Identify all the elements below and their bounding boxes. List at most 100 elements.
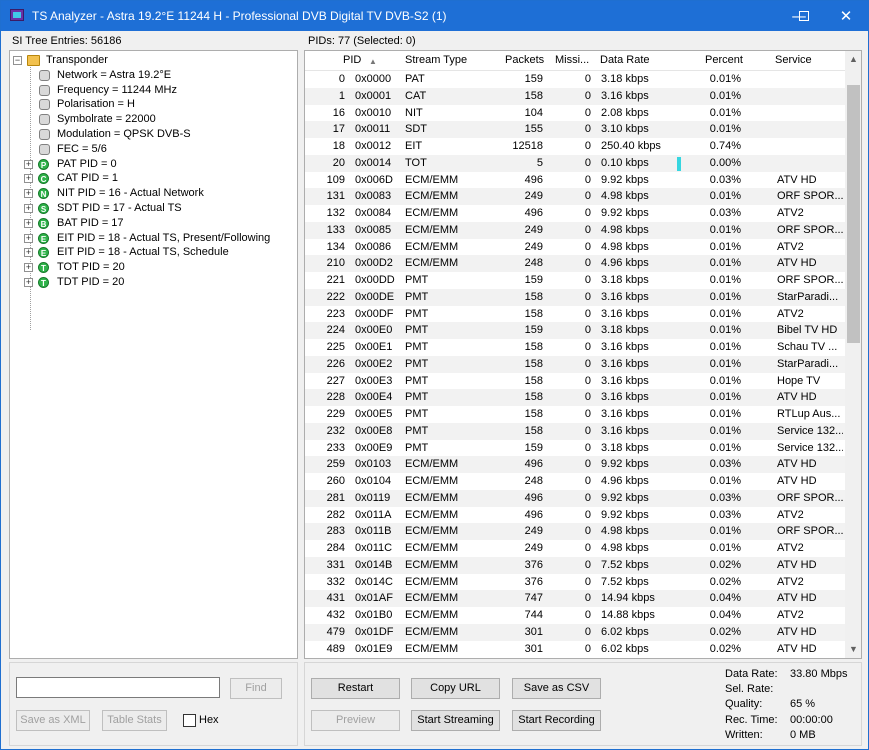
close-button[interactable]: ✕ bbox=[823, 1, 869, 31]
collapse-icon[interactable]: − bbox=[13, 56, 22, 65]
pid-hex: 0x0086 bbox=[355, 240, 392, 253]
expand-icon[interactable]: + bbox=[24, 278, 33, 287]
stream-type: ECM/EMM bbox=[405, 475, 459, 487]
stream-type: ECM/EMM bbox=[405, 625, 459, 638]
table-row[interactable]: 18 0x0012 EIT 12518 0 250.40 kbps 0.74% bbox=[305, 138, 845, 155]
pid-dec: 20 bbox=[332, 156, 345, 169]
col-stream-type[interactable]: Stream Type bbox=[405, 54, 467, 66]
col-pid[interactable]: PID bbox=[343, 54, 361, 66]
expand-icon[interactable]: + bbox=[24, 218, 33, 228]
pid-hex: 0x011A bbox=[355, 508, 392, 521]
table-row[interactable]: 281 0x0119 ECM/EMM 496 0 9.92 kbps 0.03%… bbox=[305, 489, 845, 507]
data-rate: 4.98 kbps bbox=[601, 240, 649, 253]
expand-icon[interactable]: + bbox=[24, 233, 33, 243]
table-row[interactable]: 1 0x0001 CAT 158 0 3.16 kbps 0.01% bbox=[305, 87, 845, 105]
table-row[interactable]: 227 0x00E3 PMT 158 0 3.16 kbps 0.01% Hop… bbox=[305, 373, 845, 390]
packets: 376 bbox=[524, 558, 543, 571]
maximize-button[interactable] bbox=[781, 1, 827, 31]
table-row[interactable]: 283 0x011B ECM/EMM 249 0 4.98 kbps 0.01%… bbox=[305, 523, 845, 540]
table-row[interactable]: 432 0x01B0 ECM/EMM 744 0 14.88 kbps 0.04… bbox=[305, 607, 845, 624]
title-bar[interactable]: TS Analyzer - Astra 19.2°E 11244 H - Pro… bbox=[1, 1, 868, 31]
table-row[interactable]: 226 0x00E2 PMT 158 0 3.16 kbps 0.01% Sta… bbox=[305, 355, 845, 373]
data-rate: 3.16 kbps bbox=[601, 357, 649, 370]
stream-type: ECM/EMM bbox=[405, 173, 459, 186]
percent: 0.01% bbox=[709, 441, 741, 454]
scroll-up-icon[interactable]: ▲ bbox=[845, 51, 861, 68]
node-icon: B bbox=[38, 217, 49, 229]
col-data-rate[interactable]: Data Rate bbox=[600, 54, 650, 66]
find-input[interactable] bbox=[16, 677, 220, 698]
percent: 0.02% bbox=[709, 575, 741, 588]
packets: 158 bbox=[524, 424, 543, 437]
col-missing[interactable]: Missi... bbox=[555, 54, 589, 66]
expand-icon[interactable]: + bbox=[24, 263, 33, 273]
tree-label: TOT PID = 20 bbox=[57, 261, 125, 274]
table-row[interactable]: 225 0x00E1 PMT 158 0 3.16 kbps 0.01% Sch… bbox=[305, 339, 845, 356]
col-percent[interactable]: Percent bbox=[705, 54, 743, 66]
data-rate: 3.16 kbps bbox=[601, 424, 649, 437]
table-row[interactable]: 331 0x014B ECM/EMM 376 0 7.52 kbps 0.02%… bbox=[305, 556, 845, 574]
preview-button[interactable]: Preview bbox=[311, 710, 400, 731]
table-row[interactable]: 221 0x00DD PMT 159 0 3.18 kbps 0.01% ORF… bbox=[305, 272, 845, 289]
data-rate: 3.16 kbps bbox=[601, 341, 649, 353]
save-xml-button[interactable]: Save as XML bbox=[16, 710, 90, 731]
table-row[interactable]: 259 0x0103 ECM/EMM 496 0 9.92 kbps 0.03%… bbox=[305, 456, 845, 473]
start-streaming-button[interactable]: Start Streaming bbox=[411, 710, 500, 731]
table-row[interactable]: 210 0x00D2 ECM/EMM 248 0 4.96 kbps 0.01%… bbox=[305, 255, 845, 272]
pid-hex: 0x006D bbox=[355, 173, 393, 186]
table-row[interactable]: 134 0x0086 ECM/EMM 249 0 4.98 kbps 0.01%… bbox=[305, 239, 845, 256]
table-stats-button[interactable]: Table Stats bbox=[102, 710, 167, 731]
table-row[interactable]: 260 0x0104 ECM/EMM 248 0 4.96 kbps 0.01%… bbox=[305, 473, 845, 490]
table-row[interactable]: 229 0x00E5 PMT 158 0 3.16 kbps 0.01% RTL… bbox=[305, 406, 845, 423]
expand-icon[interactable]: + bbox=[24, 159, 33, 169]
table-row[interactable]: 20 0x0014 TOT 5 0 0.10 kbps 0.00% bbox=[305, 154, 845, 172]
table-row[interactable]: 223 0x00DF PMT 158 0 3.16 kbps 0.01% ATV… bbox=[305, 306, 845, 323]
pid-table[interactable]: PID ▲ Stream Type Packets Missi... Data … bbox=[304, 50, 862, 659]
hex-checkbox[interactable] bbox=[183, 714, 196, 727]
expand-icon[interactable]: + bbox=[24, 248, 33, 258]
pid-hex: 0x0012 bbox=[355, 140, 392, 152]
pid-dec: 284 bbox=[326, 542, 345, 554]
table-row[interactable]: 282 0x011A ECM/EMM 496 0 9.92 kbps 0.03%… bbox=[305, 507, 845, 524]
expand-icon[interactable]: + bbox=[24, 189, 33, 199]
table-row[interactable]: 284 0x011C ECM/EMM 249 0 4.98 kbps 0.01%… bbox=[305, 540, 845, 557]
service: ATV HD bbox=[777, 592, 817, 605]
table-row[interactable]: 232 0x00E8 PMT 158 0 3.16 kbps 0.01% Ser… bbox=[305, 422, 845, 440]
vertical-scrollbar[interactable]: ▲ ▼ bbox=[845, 51, 861, 658]
col-service[interactable]: Service bbox=[775, 54, 812, 66]
find-button[interactable]: Find bbox=[230, 678, 282, 699]
scroll-down-icon[interactable]: ▼ bbox=[845, 641, 861, 658]
table-row[interactable]: 131 0x0083 ECM/EMM 249 0 4.98 kbps 0.01%… bbox=[305, 188, 845, 205]
table-row[interactable]: 431 0x01AF ECM/EMM 747 0 14.94 kbps 0.04… bbox=[305, 590, 845, 607]
table-row[interactable]: 222 0x00DE PMT 158 0 3.16 kbps 0.01% Sta… bbox=[305, 288, 845, 306]
restart-button[interactable]: Restart bbox=[311, 678, 400, 699]
stream-type: SDT bbox=[405, 123, 427, 136]
service: Service 132... bbox=[777, 441, 843, 454]
table-row[interactable]: 16 0x0010 NIT 104 0 2.08 kbps 0.01% bbox=[305, 105, 845, 122]
scroll-thumb[interactable] bbox=[847, 85, 860, 343]
table-row[interactable]: 479 0x01DF ECM/EMM 301 0 6.02 kbps 0.02%… bbox=[305, 623, 845, 641]
table-row[interactable]: 133 0x0085 ECM/EMM 249 0 4.98 kbps 0.01%… bbox=[305, 221, 845, 239]
table-row[interactable]: 228 0x00E4 PMT 158 0 3.16 kbps 0.01% ATV… bbox=[305, 389, 845, 406]
expand-icon[interactable]: + bbox=[24, 204, 33, 213]
save-csv-button[interactable]: Save as CSV bbox=[512, 678, 601, 699]
stream-type: ECM/EMM bbox=[405, 207, 459, 219]
table-row[interactable]: 224 0x00E0 PMT 159 0 3.18 kbps 0.01% Bib… bbox=[305, 322, 845, 339]
si-tree[interactable]: − Transponder Network = Astra 19.2°E Fre… bbox=[9, 50, 298, 659]
service: ORF SPOR... bbox=[777, 190, 843, 203]
table-row[interactable]: 332 0x014C ECM/EMM 376 0 7.52 kbps 0.02%… bbox=[305, 574, 845, 591]
tree-label: SDT PID = 17 - Actual TS bbox=[57, 202, 182, 214]
table-row[interactable]: 233 0x00E9 PMT 159 0 3.18 kbps 0.01% Ser… bbox=[305, 440, 845, 457]
table-row[interactable]: 17 0x0011 SDT 155 0 3.10 kbps 0.01% bbox=[305, 121, 845, 138]
table-row[interactable]: 489 0x01E9 ECM/EMM 301 0 6.02 kbps 0.02%… bbox=[305, 641, 845, 658]
table-row[interactable]: 132 0x0084 ECM/EMM 496 0 9.92 kbps 0.03%… bbox=[305, 205, 845, 222]
expand-icon[interactable]: + bbox=[24, 174, 33, 184]
tree-label: NIT PID = 16 - Actual Network bbox=[57, 187, 204, 200]
table-row[interactable]: 0 0x0000 PAT 159 0 3.18 kbps 0.01% bbox=[305, 71, 845, 88]
packets: 158 bbox=[524, 307, 543, 320]
col-packets[interactable]: Packets bbox=[505, 54, 544, 66]
pid-dec: 133 bbox=[326, 223, 345, 236]
table-row[interactable]: 109 0x006D ECM/EMM 496 0 9.92 kbps 0.03%… bbox=[305, 172, 845, 189]
start-recording-button[interactable]: Start Recording bbox=[512, 710, 601, 731]
copy-url-button[interactable]: Copy URL bbox=[411, 678, 500, 699]
